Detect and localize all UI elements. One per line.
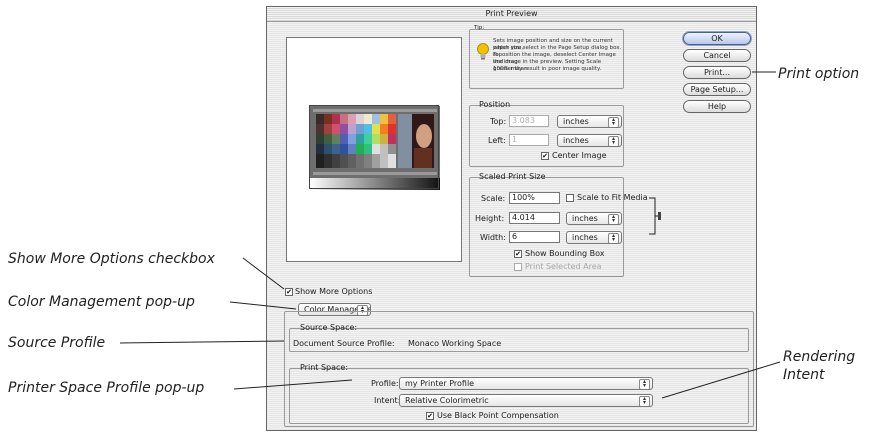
top-input[interactable]: 3.083 (509, 115, 549, 127)
callout-rendering-intent-line2: Intent (783, 367, 825, 383)
tip-group: Tip: Sets image position and size on the… (469, 25, 624, 89)
preview-image[interactable] (309, 105, 440, 190)
height-unit-popup[interactable]: inches ▴ ▾ (566, 212, 622, 225)
print-preview-dialog: Print Preview Tip: Sets image position a… (266, 6, 757, 431)
up-down-arrows-icon: ▴ ▾ (639, 396, 650, 406)
show-bounding-box-checkbox[interactable]: ✔ (514, 250, 522, 258)
dialog-title: Print Preview (267, 7, 756, 22)
help-button[interactable]: Help (683, 100, 751, 113)
up-down-arrows-icon: ▴ ▾ (608, 233, 619, 243)
source-space-title: Source Space: (300, 323, 358, 332)
top-label: Top: (490, 117, 507, 126)
tip-line-5: 100% may result in poor image quality. (493, 66, 602, 72)
cancel-button[interactable]: Cancel (683, 49, 751, 62)
source-space-group: Source Space: Document Source Profile: M… (289, 323, 749, 352)
rendering-intent-value: Relative Colorimetric (405, 396, 489, 405)
scaled-print-size-group: Scaled Print Size Scale: 100% Scale to F… (469, 172, 648, 277)
position-group: Position Top: 3.083 inches ▴ ▾ Left: 1 in… (469, 100, 624, 167)
tip-heading: Tip: (474, 25, 485, 31)
width-input[interactable]: 6 (509, 231, 560, 243)
print-selected-area-label: Print Selected Area (525, 262, 602, 271)
profile-label: Profile: (371, 379, 399, 388)
printer-profile-value: my Printer Profile (405, 379, 475, 388)
left-input[interactable]: 1 (509, 134, 549, 146)
intent-label: Intent: (374, 396, 401, 405)
height-unit-value: inches (572, 214, 598, 223)
color-management-panel: Source Space: Document Source Profile: M… (284, 311, 754, 427)
callout-printer-space: Printer Space Profile pop-up (8, 380, 205, 396)
show-more-options-checkbox[interactable]: ✔ (285, 288, 293, 296)
document-source-profile-label: Document Source Profile: (293, 339, 395, 348)
print-button[interactable]: Print... (683, 66, 751, 79)
up-down-arrows-icon: ▴ ▾ (608, 136, 619, 146)
preview-area[interactable] (286, 37, 462, 262)
up-down-arrows-icon: ▴ ▾ (608, 214, 619, 224)
callout-source-profile: Source Profile (8, 335, 106, 351)
callout-color-management: Color Management pop-up (8, 294, 195, 310)
height-input[interactable]: 4.014 (509, 212, 560, 224)
left-label: Left: (488, 136, 506, 145)
print-space-title: Print Space: (300, 363, 349, 372)
checkmark-icon: ✔ (515, 250, 521, 258)
scale-to-fit-label: Scale to Fit Media (577, 193, 648, 202)
center-image-checkbox[interactable]: ✔ (541, 152, 549, 160)
callout-show-more-options: Show More Options checkbox (8, 251, 215, 267)
print-selected-area-checkbox[interactable] (514, 263, 522, 271)
checkmark-icon: ✔ (286, 288, 292, 296)
up-down-arrows-icon: ▴ ▾ (608, 117, 619, 127)
scale-to-fit-checkbox[interactable] (566, 194, 574, 202)
lightbulb-icon (477, 43, 489, 65)
scaled-print-size-title: Scaled Print Size (479, 172, 546, 181)
ok-button[interactable]: OK (683, 32, 751, 45)
width-label: Width: (480, 233, 506, 242)
chain-link-icon[interactable] (649, 197, 663, 239)
black-point-compensation-label: Use Black Point Compensation (437, 411, 559, 420)
checkmark-icon: ✔ (542, 152, 548, 160)
position-title: Position (479, 100, 511, 109)
callout-print-option: Print option (778, 66, 860, 82)
show-more-options-label: Show More Options (295, 287, 373, 296)
show-bounding-box-label: Show Bounding Box (525, 249, 605, 258)
scale-label: Scale: (481, 194, 506, 203)
document-source-profile-value: Monaco Working Space (408, 339, 502, 348)
black-point-compensation-checkbox[interactable]: ✔ (426, 412, 434, 420)
checkmark-icon: ✔ (427, 412, 433, 420)
up-down-arrows-icon: ▴ ▾ (639, 379, 650, 389)
print-space-group: Print Space: Profile: my Printer Profile… (289, 363, 749, 424)
bounding-box[interactable] (309, 105, 439, 189)
height-label: Height: (475, 214, 505, 223)
page-setup-button[interactable]: Page Setup... (683, 83, 751, 96)
center-image-label: Center Image (552, 151, 607, 160)
top-unit-value: inches (563, 117, 589, 126)
printer-profile-popup[interactable]: my Printer Profile ▴ ▾ (399, 377, 653, 390)
rendering-intent-popup[interactable]: Relative Colorimetric ▴ ▾ (399, 394, 653, 407)
top-unit-popup[interactable]: inches ▴ ▾ (557, 115, 622, 128)
scale-input[interactable]: 100% (509, 192, 560, 204)
width-unit-value: inches (572, 233, 598, 242)
width-unit-popup[interactable]: inches ▴ ▾ (566, 231, 622, 244)
left-unit-popup[interactable]: inches ▴ ▾ (557, 134, 622, 147)
callout-rendering-intent-line1: Rendering (783, 349, 856, 365)
left-unit-value: inches (563, 136, 589, 145)
